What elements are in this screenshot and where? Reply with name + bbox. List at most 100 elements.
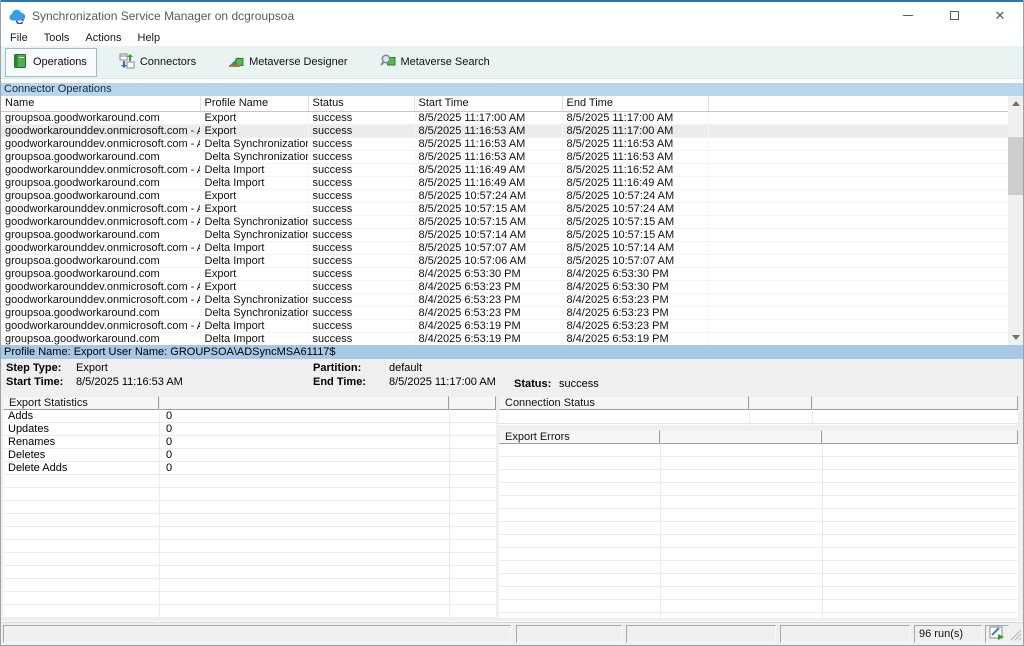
column-header-end-time[interactable]: End Time bbox=[562, 96, 708, 111]
cell-status: success bbox=[308, 332, 414, 345]
cell-name: groupsoa.goodworkaround.com bbox=[1, 306, 200, 319]
operations-row[interactable]: goodworkarounddev.onmicrosoft.com - A...… bbox=[1, 215, 1008, 228]
cell-name: goodworkarounddev.onmicrosoft.com - A... bbox=[1, 241, 200, 254]
operations-row[interactable]: groupsoa.goodworkaround.com Delta Import… bbox=[1, 176, 1008, 189]
statistic-label: Deletes bbox=[3, 449, 159, 461]
cell-status: success bbox=[308, 267, 414, 280]
titlebar[interactable]: Synchronization Service Manager on dcgro… bbox=[1, 2, 1023, 29]
operations-row[interactable]: goodworkarounddev.onmicrosoft.com - A...… bbox=[1, 280, 1008, 293]
operations-row[interactable]: groupsoa.goodworkaround.com Delta Import… bbox=[1, 332, 1008, 345]
export-statistic-row[interactable]: Renames 0 bbox=[3, 436, 496, 449]
window-title: Synchronization Service Manager on dcgro… bbox=[32, 9, 885, 23]
operations-row[interactable]: goodworkarounddev.onmicrosoft.com - A...… bbox=[1, 241, 1008, 254]
gridline bbox=[660, 444, 661, 618]
menu-help[interactable]: Help bbox=[131, 30, 170, 46]
cell-end-time: 8/4/2025 6:53:23 PM bbox=[562, 293, 708, 306]
cell-name: groupsoa.goodworkaround.com bbox=[1, 254, 200, 267]
export-statistic-row[interactable]: Updates 0 bbox=[3, 423, 496, 436]
column-header-name[interactable]: Name bbox=[1, 96, 200, 111]
resize-grip[interactable] bbox=[1009, 628, 1022, 644]
operations-row[interactable]: groupsoa.goodworkaround.com Export succe… bbox=[1, 111, 1008, 124]
export-errors-title[interactable]: Export Errors bbox=[499, 430, 660, 444]
cell-status: success bbox=[308, 280, 414, 293]
vertical-scrollbar[interactable] bbox=[1008, 96, 1023, 345]
cell-name: goodworkarounddev.onmicrosoft.com - A... bbox=[1, 202, 200, 215]
cell-profile-name: Delta Synchronization bbox=[200, 137, 308, 150]
end-time-value: 8/5/2025 11:17:00 AM bbox=[389, 376, 496, 388]
export-statistics-rows: Adds 0 Updates 0 Renames 0 Deletes 0 Del… bbox=[3, 410, 496, 475]
connection-status-column-2[interactable] bbox=[749, 396, 812, 410]
menubar: File Tools Actions Help bbox=[1, 29, 1023, 46]
cell-status: success bbox=[308, 111, 414, 124]
cell-profile-name: Delta Import bbox=[200, 163, 308, 176]
cell-status: success bbox=[308, 306, 414, 319]
export-statistics-title[interactable]: Export Statistics bbox=[3, 396, 159, 410]
export-statistic-row[interactable]: Delete Adds 0 bbox=[3, 462, 496, 475]
operations-row[interactable]: goodworkarounddev.onmicrosoft.com - A...… bbox=[1, 163, 1008, 176]
cell-name: goodworkarounddev.onmicrosoft.com - A... bbox=[1, 293, 200, 306]
window-controls: ✕ bbox=[885, 2, 1023, 29]
operations-header-row: Name Profile Name Status Start Time End … bbox=[1, 96, 1008, 111]
cell-filler bbox=[708, 163, 1008, 176]
operations-row[interactable]: goodworkarounddev.onmicrosoft.com - A...… bbox=[1, 319, 1008, 332]
cell-name: groupsoa.goodworkaround.com bbox=[1, 189, 200, 202]
toolbar-button-label: Operations bbox=[33, 56, 87, 68]
toolbar-operations-button[interactable]: Operations bbox=[5, 48, 97, 77]
close-button[interactable]: ✕ bbox=[977, 2, 1023, 29]
column-header-start-time[interactable]: Start Time bbox=[414, 96, 562, 111]
statusbar: 96 run(s) bbox=[1, 622, 1023, 645]
operations-row[interactable]: goodworkarounddev.onmicrosoft.com - A...… bbox=[1, 202, 1008, 215]
metaverse-designer-icon bbox=[228, 53, 244, 72]
statistic-value: 0 bbox=[159, 410, 496, 422]
cell-status: success bbox=[308, 124, 414, 137]
cell-start-time: 8/5/2025 11:16:53 AM bbox=[414, 137, 562, 150]
export-statistics-empty-area bbox=[3, 475, 496, 618]
operations-icon bbox=[12, 53, 28, 72]
operations-row[interactable]: groupsoa.goodworkaround.com Export succe… bbox=[1, 189, 1008, 202]
menu-actions[interactable]: Actions bbox=[78, 30, 130, 46]
menu-file[interactable]: File bbox=[3, 30, 37, 46]
toolbar-connectors-button[interactable]: Connectors bbox=[112, 48, 206, 77]
scrollbar-thumb[interactable] bbox=[1008, 137, 1023, 195]
cell-name: groupsoa.goodworkaround.com bbox=[1, 228, 200, 241]
export-statistics-value-column[interactable] bbox=[159, 396, 449, 410]
scroll-down-button[interactable] bbox=[1008, 330, 1023, 345]
maximize-button[interactable] bbox=[931, 2, 977, 29]
operations-row[interactable]: groupsoa.goodworkaround.com Delta Synchr… bbox=[1, 150, 1008, 163]
export-statistic-row[interactable]: Deletes 0 bbox=[3, 449, 496, 462]
cell-filler bbox=[708, 280, 1008, 293]
cell-end-time: 8/4/2025 6:53:30 PM bbox=[562, 280, 708, 293]
operations-row[interactable]: groupsoa.goodworkaround.com Delta Synchr… bbox=[1, 228, 1008, 241]
operations-row[interactable]: goodworkarounddev.onmicrosoft.com - A...… bbox=[1, 293, 1008, 306]
cell-status: success bbox=[308, 202, 414, 215]
cell-profile-name: Export bbox=[200, 124, 308, 137]
scroll-up-button[interactable] bbox=[1008, 96, 1023, 111]
detail-panes: Export Statistics Adds 0 Updates 0 Renam… bbox=[1, 394, 1023, 621]
cell-filler bbox=[708, 111, 1008, 124]
operations-row[interactable]: groupsoa.goodworkaround.com Delta Synchr… bbox=[1, 306, 1008, 319]
cell-start-time: 8/4/2025 6:53:23 PM bbox=[414, 293, 562, 306]
connection-status-header: Connection Status bbox=[499, 396, 1018, 410]
menu-tools[interactable]: Tools bbox=[37, 30, 79, 46]
cell-start-time: 8/5/2025 11:16:53 AM bbox=[414, 150, 562, 163]
export-errors-column-2[interactable] bbox=[660, 430, 822, 444]
column-header-profile-name[interactable]: Profile Name bbox=[200, 96, 308, 111]
operations-row[interactable]: goodworkarounddev.onmicrosoft.com - A...… bbox=[1, 137, 1008, 150]
run-profile-button[interactable] bbox=[985, 625, 1009, 643]
column-header-status[interactable]: Status bbox=[308, 96, 414, 111]
run-detail-fields: Step Type: Export Partition: default Sta… bbox=[1, 359, 1023, 394]
minimize-button[interactable] bbox=[885, 2, 931, 29]
statistic-label: Renames bbox=[3, 436, 159, 448]
operations-row[interactable]: groupsoa.goodworkaround.com Export succe… bbox=[1, 267, 1008, 280]
toolbar-metaverse-search-button[interactable]: Metaverse Search bbox=[373, 48, 500, 77]
selected-run-header: Profile Name: Export User Name: GROUPSOA… bbox=[1, 345, 1023, 359]
cell-filler bbox=[708, 215, 1008, 228]
cell-profile-name: Delta Synchronization bbox=[200, 293, 308, 306]
connectors-icon bbox=[119, 53, 135, 72]
connection-status-title[interactable]: Connection Status bbox=[499, 396, 749, 410]
status-value: success bbox=[559, 378, 599, 390]
operations-row[interactable]: goodworkarounddev.onmicrosoft.com - A...… bbox=[1, 124, 1008, 137]
toolbar-metaverse-designer-button[interactable]: Metaverse Designer bbox=[221, 48, 357, 77]
export-statistic-row[interactable]: Adds 0 bbox=[3, 410, 496, 423]
operations-row[interactable]: groupsoa.goodworkaround.com Delta Import… bbox=[1, 254, 1008, 267]
